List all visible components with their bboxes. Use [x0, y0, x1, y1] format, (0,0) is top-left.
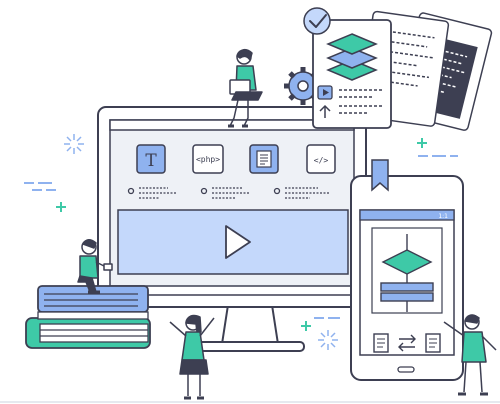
- plus-icon-right: [417, 138, 427, 148]
- text-tile[interactable]: T: [136, 144, 166, 174]
- file-icon-left[interactable]: [373, 333, 389, 353]
- sparkle-icon-bottom: [318, 330, 338, 350]
- php-icon: <php>: [196, 155, 220, 164]
- document-icon: [256, 150, 272, 168]
- monitor-base: [195, 341, 305, 352]
- layers-icon: [326, 33, 378, 81]
- code-tile[interactable]: </>: [306, 144, 336, 174]
- illustration-scene: T <php> </> 1:1: [0, 0, 500, 404]
- layers-card[interactable]: [312, 19, 392, 129]
- person-waving: [169, 314, 215, 400]
- checkmark-badge: [303, 7, 331, 35]
- phone: 1:1: [350, 159, 464, 381]
- illustration-svg: T <php> </> 1:1: [0, 7, 500, 403]
- video-player[interactable]: [117, 209, 349, 275]
- dash-decoration-left: [24, 182, 56, 191]
- code-icon: </>: [314, 156, 329, 165]
- file-icon-right[interactable]: [425, 333, 441, 353]
- php-tile[interactable]: <php>: [192, 144, 224, 174]
- book-stack: [25, 285, 151, 349]
- phone-home-button[interactable]: [397, 366, 415, 373]
- plus-icon-bottom: [301, 321, 311, 331]
- document-tile[interactable]: [249, 144, 279, 174]
- sparkle-icon-left: [64, 134, 84, 154]
- plus-icon-left: [56, 202, 66, 212]
- phone-status-text: 1:1: [438, 213, 448, 220]
- monitor-stand: [220, 304, 280, 345]
- text-icon: T: [145, 151, 157, 171]
